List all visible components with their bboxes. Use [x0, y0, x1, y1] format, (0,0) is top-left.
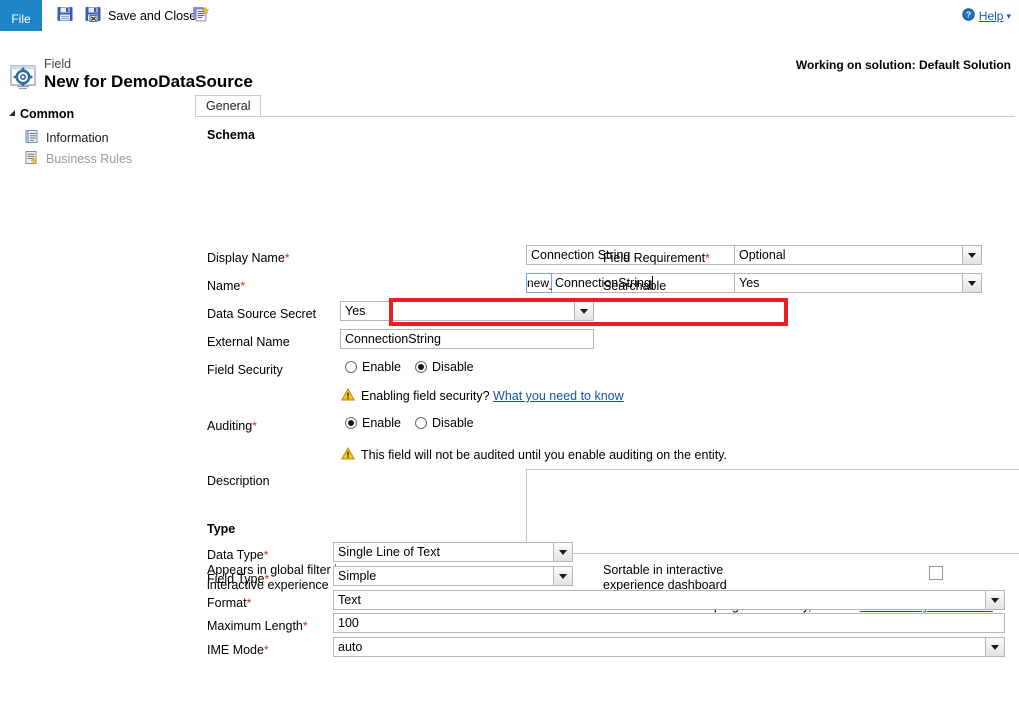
field-type-label: Field Type*: [207, 572, 269, 586]
help-label: Help: [979, 9, 1004, 23]
data-source-secret-dropdown[interactable]: Yes: [340, 301, 594, 321]
schema-section-title: Schema: [207, 128, 255, 142]
radio-field-security-disable[interactable]: [415, 361, 427, 373]
field-type-value: Simple: [338, 567, 552, 585]
sidebar-group-label: Common: [20, 107, 74, 121]
chevron-down-icon[interactable]: [962, 246, 981, 264]
warning-triangle-icon: [341, 388, 355, 404]
ime-mode-label: IME Mode*: [207, 643, 269, 657]
tab-general[interactable]: General: [195, 95, 261, 116]
chevron-down-icon[interactable]: [962, 274, 981, 292]
description-label: Description: [207, 474, 270, 488]
sidebar-item-label: Information: [46, 131, 109, 145]
field-security-warning: Enabling field security? What you need t…: [341, 388, 624, 404]
page-kicker: Field: [44, 57, 71, 71]
sortable-checkbox[interactable]: [929, 566, 943, 580]
radio-label: Enable: [362, 360, 401, 374]
data-source-secret-value: Yes: [345, 302, 573, 320]
save-and-close-icon: [84, 5, 102, 26]
data-type-value: Single Line of Text: [338, 543, 552, 561]
field-security-label: Field Security: [207, 363, 283, 377]
chevron-down-icon[interactable]: [553, 567, 572, 585]
format-label: Format*: [207, 596, 251, 610]
ribbon-toolbar: File Save and Close: [0, 0, 1019, 32]
ime-mode-value: auto: [338, 638, 984, 656]
radio-label: Disable: [432, 360, 474, 374]
page-header: Field New for DemoDataSource Working on …: [0, 31, 1019, 95]
name-label: Name*: [207, 279, 245, 293]
display-name-label: Display Name*: [207, 251, 289, 265]
file-tab[interactable]: File: [0, 0, 42, 31]
solution-note: Working on solution: Default Solution: [796, 58, 1011, 72]
auditing-warning-text: This field will not be audited until you…: [361, 448, 727, 462]
chevron-down-icon[interactable]: [553, 543, 572, 561]
type-section-title: Type: [207, 522, 235, 536]
sidebar-group-common[interactable]: Common: [8, 107, 74, 121]
chevron-down-icon[interactable]: [985, 591, 1004, 609]
help-question-icon: ?: [962, 8, 975, 24]
information-document-icon: [24, 129, 39, 147]
tab-underline: [195, 116, 1015, 117]
field-security-radio-group: Enable Disable: [345, 360, 488, 374]
searchable-dropdown[interactable]: Yes: [734, 273, 982, 293]
external-name-label: External Name: [207, 335, 290, 349]
field-requirement-label: Field Requirement*: [603, 251, 710, 265]
radio-auditing-enable[interactable]: [345, 417, 357, 429]
save-and-new-button[interactable]: [192, 4, 210, 27]
name-prefix: new_: [526, 273, 552, 293]
field-type-dropdown[interactable]: Simple: [333, 566, 573, 586]
page-title: New for DemoDataSource: [44, 72, 253, 92]
business-rules-icon: [24, 150, 39, 168]
maximum-length-label: Maximum Length*: [207, 619, 308, 633]
sidebar: Common Information Business Rul: [0, 95, 187, 705]
chevron-down-icon: ▾: [1006, 11, 1011, 22]
maximum-length-input[interactable]: 100: [333, 613, 1005, 633]
warning-triangle-icon: [341, 447, 355, 463]
save-icon: [56, 5, 74, 26]
tab-strip: General: [195, 95, 1015, 117]
sidebar-item-business-rules[interactable]: Business Rules: [24, 149, 132, 169]
format-value: Text: [338, 591, 984, 609]
data-type-dropdown[interactable]: Single Line of Text: [333, 542, 573, 562]
collapse-triangle-icon: [8, 109, 16, 119]
field-requirement-dropdown[interactable]: Optional: [734, 245, 982, 265]
radio-auditing-disable[interactable]: [415, 417, 427, 429]
save-and-close-button[interactable]: Save and Close: [84, 4, 196, 27]
data-source-secret-label: Data Source Secret: [207, 307, 316, 321]
save-and-new-icon: [192, 5, 210, 26]
ime-mode-dropdown[interactable]: auto: [333, 637, 1005, 657]
sidebar-item-information[interactable]: Information: [24, 128, 109, 148]
sidebar-item-label: Business Rules: [46, 152, 132, 166]
sortable-label: Sortable in interactive: [603, 563, 723, 577]
field-requirement-value: Optional: [739, 246, 961, 264]
auditing-warning: This field will not be audited until you…: [341, 447, 727, 463]
chevron-down-icon[interactable]: [985, 638, 1004, 656]
auditing-radio-group: Enable Disable: [345, 416, 488, 430]
what-you-need-to-know-link[interactable]: What you need to know: [493, 389, 624, 403]
external-name-input[interactable]: ConnectionString: [340, 329, 594, 349]
field-gear-icon: [8, 62, 38, 92]
searchable-value: Yes: [739, 274, 961, 292]
description-textarea[interactable]: [526, 469, 1019, 554]
field-security-warning-text: Enabling field security? What you need t…: [361, 389, 624, 403]
data-type-label: Data Type*: [207, 548, 268, 562]
chevron-down-icon[interactable]: [574, 302, 593, 320]
svg-text:?: ?: [966, 10, 971, 20]
help-button[interactable]: ? Help ▾: [962, 8, 1011, 24]
save-and-close-label: Save and Close: [108, 9, 196, 23]
save-button[interactable]: [56, 4, 74, 27]
radio-label: Disable: [432, 416, 474, 430]
auditing-label: Auditing*: [207, 419, 257, 433]
radio-label: Enable: [362, 416, 401, 430]
content-area: General Schema Display Name* Connection …: [186, 95, 1019, 705]
searchable-label: Searchable: [603, 279, 666, 293]
format-dropdown[interactable]: Text: [333, 590, 1005, 610]
radio-field-security-enable[interactable]: [345, 361, 357, 373]
